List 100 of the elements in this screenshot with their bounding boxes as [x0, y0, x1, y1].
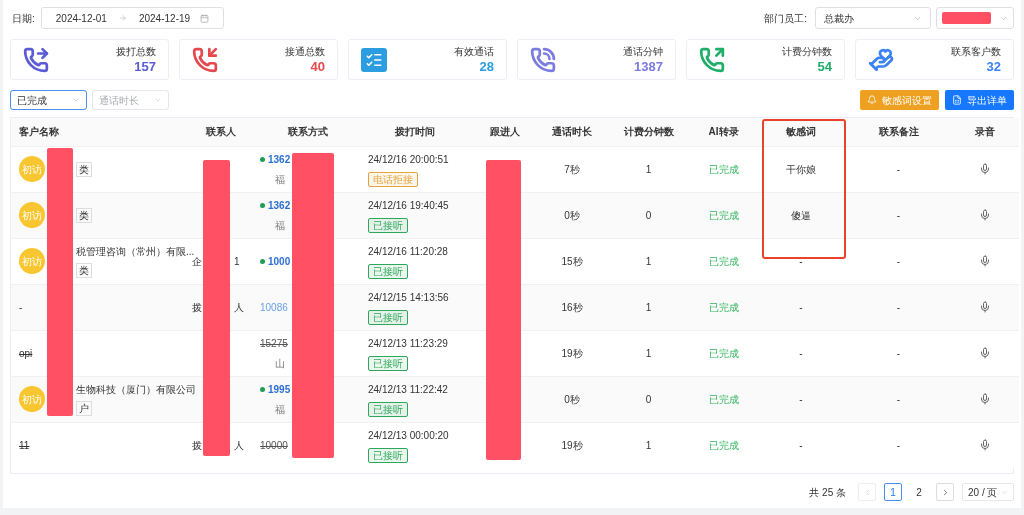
call-status-tag: 已接听 [368, 355, 408, 371]
phone-number[interactable]: 10000 [260, 437, 288, 453]
visit-avatar: 初访 [19, 202, 45, 228]
sensitive-word: 干你娘 [786, 163, 816, 175]
phone-region: 福 [274, 218, 286, 233]
phone-number[interactable]: 1000 [268, 253, 291, 269]
status-select[interactable]: 已完成 [10, 90, 87, 110]
phone-region: 福 [274, 172, 286, 187]
phone-number[interactable]: 1362 [268, 197, 291, 213]
microphone-icon[interactable] [979, 393, 991, 405]
checklist-icon [361, 47, 387, 72]
transcription-status: 已完成 [708, 347, 739, 359]
call-duration: 19秒 [561, 439, 583, 451]
sensitive-word: - [799, 301, 803, 313]
billing-minutes: 0 [645, 209, 652, 221]
column-header: 联系备注 [878, 126, 919, 138]
phone-number[interactable]: 1362 [268, 151, 291, 167]
date-range-field[interactable]: 2024-12-01 2024-12-19 [40, 7, 224, 29]
stat-value: 28 [479, 57, 494, 75]
chevron-down-icon [154, 96, 162, 104]
call-duration: 0秒 [564, 209, 580, 221]
stat-label: 计费分钟数 [782, 44, 832, 58]
stat-value: 1387 [634, 57, 663, 75]
call-status-tag: 已接听 [368, 263, 408, 279]
customer-name: - [19, 300, 23, 315]
stat-label: 有效通话 [454, 44, 494, 58]
call-duration: 7秒 [564, 163, 580, 175]
spreadsheet-icon [952, 95, 962, 105]
customer-tag: 户 [76, 401, 92, 416]
date-label: 日期: [12, 11, 35, 26]
department-label: 部门员工: [764, 11, 807, 26]
call-duration: 15秒 [561, 255, 583, 267]
column-header: 敏感词 [786, 126, 816, 138]
call-time: 24/12/16 20:00:51 [368, 152, 449, 167]
chevron-down-icon [72, 96, 80, 104]
column-header: 计费分钟数 [623, 126, 674, 138]
call-duration: 19秒 [561, 347, 583, 359]
transcription-status: 已完成 [708, 163, 739, 175]
microphone-icon[interactable] [979, 209, 991, 221]
call-time: 24/12/13 11:23:29 [368, 336, 448, 351]
column-header: 录音 [975, 126, 995, 138]
stat-value: 157 [134, 57, 156, 75]
arrow-icon [118, 14, 127, 22]
visit-avatar: 初访 [19, 386, 45, 412]
call-time: 24/12/16 11:20:28 [368, 244, 448, 259]
stat-value: 54 [817, 57, 832, 75]
contact-name: 人 [234, 439, 244, 451]
hand-heart-icon [868, 46, 894, 73]
customer-tag: 类 [76, 263, 92, 278]
microphone-icon[interactable] [979, 439, 991, 452]
column-header: 客户名称 [19, 126, 59, 138]
contact-name: 拨 [192, 300, 202, 315]
microphone-icon[interactable] [979, 163, 991, 175]
transcription-status: 已完成 [708, 209, 739, 221]
column-header: 通话时长 [552, 126, 592, 138]
department-select[interactable]: 总裁办 [815, 7, 931, 29]
contact-note: - [896, 439, 901, 451]
export-button[interactable]: 导出详单 [945, 90, 1014, 110]
column-header: 跟进人 [489, 126, 520, 138]
column-header: 拨打时间 [394, 126, 435, 138]
calendar-icon [199, 13, 209, 23]
call-status-tag: 已接听 [368, 309, 408, 325]
customer-tag: 类 [76, 207, 92, 223]
customer-name: 生物科技（厦门）有限公司 [76, 383, 196, 397]
transcription-status: 已完成 [708, 255, 739, 267]
column-header: 联系方式 [288, 126, 328, 138]
transcription-status: 已完成 [708, 393, 739, 405]
phone-number[interactable]: 15275 [260, 335, 288, 351]
visit-avatar: 初访 [19, 156, 45, 182]
customer-name: 11 [19, 438, 30, 453]
billing-minutes: 1 [645, 163, 652, 175]
column-header: 联系人 [205, 126, 236, 138]
call-duration: 0秒 [564, 393, 580, 405]
redaction-block [942, 12, 991, 24]
page-size-select[interactable]: 20 / 页 [962, 483, 1014, 501]
employee-select[interactable] [936, 7, 1014, 29]
transcription-status: 已完成 [708, 301, 739, 313]
stat-label: 通话分钟 [623, 44, 663, 58]
billing-minutes: 1 [645, 439, 652, 451]
contact-note: - [896, 255, 901, 267]
call-status-tag: 已接听 [368, 217, 408, 233]
contact-note: - [896, 347, 901, 359]
page-button[interactable]: 2 [910, 483, 928, 501]
phone-icon [699, 46, 725, 73]
column-header: AI转录 [708, 126, 739, 138]
phone-number[interactable]: 10086 [260, 299, 288, 315]
sensitive-word: - [799, 439, 803, 451]
call-status-tag: 已接听 [368, 447, 408, 463]
chevron-down-icon [1001, 488, 1008, 496]
contact-name: 企 [192, 255, 202, 269]
sensitive-word: - [799, 393, 803, 405]
page-button[interactable]: 1 [884, 483, 902, 501]
stat-value: 40 [310, 57, 325, 75]
microphone-icon[interactable] [979, 255, 991, 267]
microphone-icon[interactable] [979, 347, 991, 359]
contact-note: - [896, 163, 901, 175]
phone-call-icon [530, 46, 556, 73]
phone-number[interactable]: 1995 [268, 381, 291, 397]
microphone-icon[interactable] [979, 301, 991, 313]
phone-icon [192, 46, 218, 73]
